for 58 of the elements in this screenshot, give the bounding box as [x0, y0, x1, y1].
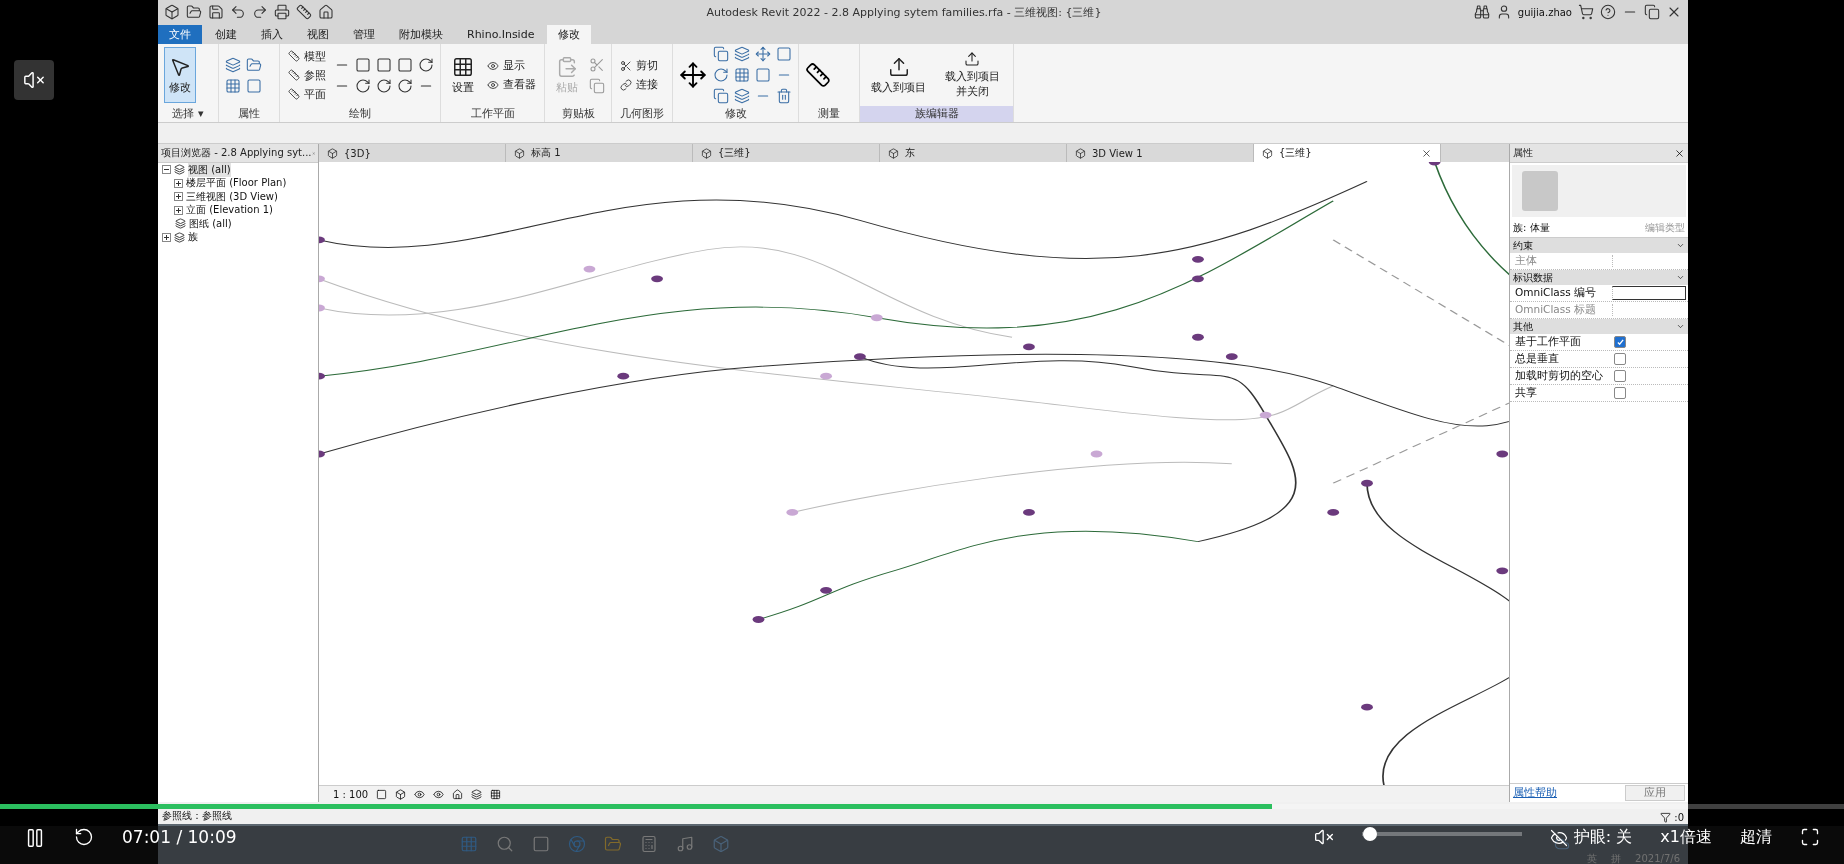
panel-title: 族编辑器: [860, 106, 1013, 122]
group-header[interactable]: 其他: [1513, 319, 1533, 334]
ribbon-tab[interactable]: 插入: [250, 25, 294, 44]
property-label: 总是垂直: [1514, 352, 1560, 366]
tree-item[interactable]: 族: [188, 230, 198, 245]
apply-button[interactable]: 应用: [1625, 785, 1685, 801]
ribbon-tool[interactable]: 查看器: [485, 76, 538, 93]
speed-button[interactable]: x1倍速: [1660, 827, 1712, 848]
ribbon-tab[interactable]: Rhino.Inside: [456, 25, 546, 44]
ribbon-button[interactable]: 载入到项目并关闭: [937, 47, 1007, 103]
tree-item[interactable]: 立面 (Elevation 1): [186, 203, 273, 218]
help-link[interactable]: 属性帮助: [1513, 786, 1557, 800]
tree-item[interactable]: 三维视图 (3D View): [186, 189, 278, 204]
panel-title: 剪贴板: [560, 106, 596, 122]
ribbon-tool[interactable]: 参照: [286, 66, 328, 84]
property-label: 基于工作平面: [1514, 335, 1582, 349]
ribbon-tab[interactable]: 创建: [204, 25, 248, 44]
property-label: OmniClass 编号: [1514, 286, 1598, 300]
property-label: 主体: [1514, 254, 1538, 268]
panel-title: 项目浏览器 - 2.8 Applying syt...: [161, 146, 312, 160]
ribbon-tool[interactable]: 显示: [485, 57, 538, 74]
panel-title: 修改: [723, 106, 748, 122]
panel-title: 几何图形: [619, 106, 665, 122]
ribbon-button[interactable]: 设置: [447, 47, 479, 103]
ribbon-tab[interactable]: 管理: [342, 25, 386, 44]
panel-title: 属性: [1513, 146, 1533, 160]
taskbar-date: 2021/7/6: [1635, 853, 1680, 864]
ribbon-button[interactable]: 载入到项目: [866, 47, 931, 103]
group-header[interactable]: 约束: [1513, 238, 1533, 253]
ribbon-tab[interactable]: 视图: [296, 25, 340, 44]
panel-title: 测量: [817, 106, 841, 122]
ribbon-tool[interactable]: 连接: [618, 76, 660, 93]
ribbon-tab[interactable]: 修改: [547, 25, 592, 44]
view-tab[interactable]: {三维}: [1254, 144, 1441, 162]
window-title: Autodesk Revit 2022 - 2.8 Applying sytem families.rfa - 三维视图: {三维}: [705, 4, 1103, 20]
panel-title: 属性: [237, 106, 261, 122]
scale-label[interactable]: 1 : 100: [333, 788, 369, 800]
status-text: 参照线：参照线: [162, 809, 232, 823]
ribbon-tool[interactable]: 平面: [286, 85, 328, 103]
ribbon-tab[interactable]: 附加模块: [388, 25, 454, 44]
tree-item[interactable]: 图纸 (all): [189, 216, 232, 231]
filter-count: :0: [1674, 812, 1684, 823]
ribbon-tool[interactable]: 剪切: [618, 57, 660, 74]
eye-care-button[interactable]: 护眼: 关: [1549, 827, 1633, 848]
property-label: 共享: [1514, 386, 1538, 400]
ribbon-tool[interactable]: 模型: [286, 47, 328, 65]
user-name[interactable]: guijia.zhao: [1517, 6, 1572, 18]
playback-time: 07:01 / 10:09: [122, 827, 237, 847]
type-selector[interactable]: 族: 体量: [1513, 221, 1550, 235]
property-label: 加载时剪切的空心: [1514, 369, 1604, 383]
tree-item[interactable]: 楼层平面 (Floor Plan): [186, 176, 287, 191]
panel-title: 工作平面: [469, 106, 516, 122]
quality-button[interactable]: 超清: [1740, 827, 1772, 848]
ribbon-tab[interactable]: 文件: [158, 25, 202, 44]
panel-title: 选择 ▾: [171, 106, 205, 122]
ribbon-button[interactable]: 修改: [164, 47, 196, 103]
property-label: OmniClass 标题: [1514, 303, 1598, 317]
panel-title: 绘制: [348, 106, 372, 122]
